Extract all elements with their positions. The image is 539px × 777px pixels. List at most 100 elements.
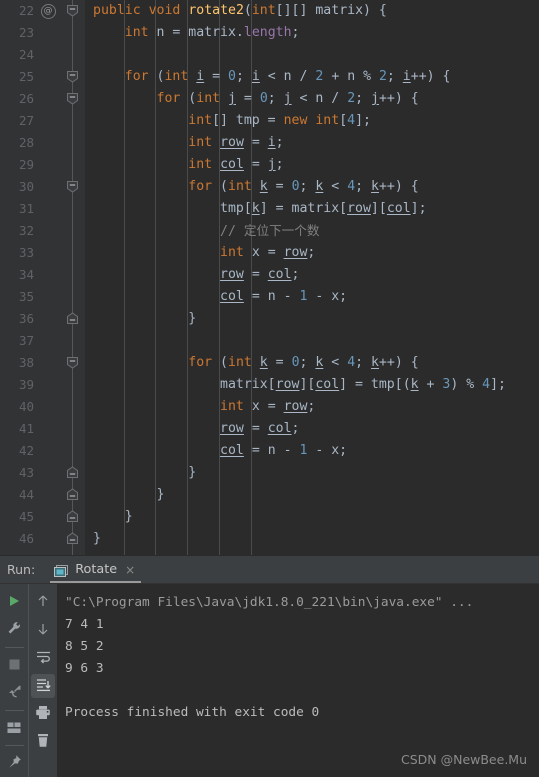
code-line[interactable]: for (int k = 0; k < 4; k++) { [85,176,539,198]
fold-expanded-icon[interactable] [66,70,79,83]
gutter-row[interactable]: 46 [0,528,85,550]
gutter-row[interactable]: 28 [0,132,85,154]
code-token: + [418,377,443,392]
code-content-area[interactable]: public void rotate2(int[][] matrix) { in… [85,0,539,555]
code-line[interactable]: row = col; [85,418,539,440]
scroll-to-end-button[interactable] [31,674,55,698]
override-annotation-marker[interactable]: @ [40,0,56,22]
rerun-button[interactable] [2,590,26,614]
gutter-row[interactable]: 38 [0,352,85,374]
rerun-failed-tests-button[interactable] [2,681,26,705]
line-number: 34 [18,267,34,282]
run-tab-rotate[interactable]: Rotate × [50,556,142,583]
gutter-row[interactable]: 45 [0,506,85,528]
code-line[interactable]: int row = i; [85,132,539,154]
gutter-row[interactable]: 44 [0,484,85,506]
gutter-row[interactable]: 36 [0,308,85,330]
code-line[interactable]: int n = matrix.length; [85,22,539,44]
code-line[interactable]: tmp[k] = matrix[row][col]; [85,198,539,220]
gutter-row[interactable]: 30 [0,176,85,198]
gutter-row[interactable]: 32 [0,220,85,242]
gutter-row[interactable]: 43 [0,462,85,484]
code-token: < n / [259,69,316,84]
code-line[interactable]: public void rotate2(int[][] matrix) { [85,0,539,22]
code-token: j [267,157,276,172]
gutter-row[interactable]: 33 [0,242,85,264]
fold-end-icon[interactable] [66,532,79,545]
gutter-row[interactable]: 29 [0,154,85,176]
gutter-row[interactable]: 39 [0,374,85,396]
code-token: x = [243,399,284,414]
clear-all-button[interactable] [31,730,55,754]
code-line[interactable]: col = n - 1 - x; [85,286,539,308]
fold-expanded-icon[interactable] [66,4,79,17]
gutter-row[interactable]: 22 @ [0,0,85,22]
gutter-row[interactable]: 35 [0,286,85,308]
fold-end-icon[interactable] [66,488,79,501]
gutter-row[interactable]: 24 [0,44,85,66]
fold-expanded-icon[interactable] [66,356,79,369]
console-command-line: "C:\Program Files\Java\jdk1.8.0_221\bin\… [65,595,474,610]
gutter-row[interactable]: 40 [0,396,85,418]
code-line[interactable]: row = col; [85,264,539,286]
fold-expanded-icon[interactable] [66,92,79,105]
code-token: length [243,25,292,40]
code-line[interactable]: int x = row; [85,396,539,418]
code-line[interactable]: col = n - 1 - x; [85,440,539,462]
code-token: col [315,377,340,392]
gutter-row[interactable]: 42 [0,440,85,462]
code-line[interactable]: for (int k = 0; k < 4; k++) { [85,352,539,374]
gutter-row[interactable]: 47 [0,550,85,555]
code-line[interactable] [85,44,539,66]
code-line[interactable]: } [85,506,539,528]
gutter-row[interactable]: 26 [0,88,85,110]
gutter-row[interactable]: 31 [0,198,85,220]
gutter-row[interactable]: 25 [0,66,85,88]
code-line[interactable]: for (int j = 0; j < n / 2; j++) { [85,88,539,110]
down-the-stack-trace-button[interactable] [31,618,55,642]
code-line[interactable]: } [85,528,539,550]
console-output-line: 7 4 1 [65,617,104,632]
stop-button[interactable] [2,653,26,677]
close-icon[interactable]: × [125,563,135,577]
print-button[interactable] [31,702,55,726]
code-line[interactable]: matrix[row][col] = tmp[(k + 3) % 4]; [85,374,539,396]
code-token: i [402,69,411,84]
code-line[interactable]: int x = row; [85,242,539,264]
edit-configuration-button[interactable] [2,618,26,642]
fold-end-icon[interactable] [66,312,79,325]
code-line[interactable]: int[] tmp = new int[4]; [85,110,539,132]
gutter-row[interactable]: 41 [0,418,85,440]
layout-settings-button[interactable] [2,716,26,740]
gutter-row[interactable]: 27 [0,110,85,132]
watermark-text: CSDN @NewBee.Mu [400,752,527,767]
code-token: col [267,267,292,282]
gutter-row[interactable]: 23 [0,22,85,44]
code-token: 0 [291,355,300,370]
console-output-line: 8 5 2 [65,639,104,654]
gutter-row[interactable]: 37 [0,330,85,352]
gutter-row[interactable]: 34 [0,264,85,286]
code-token: ; [291,25,300,40]
line-number: 41 [18,421,34,436]
code-line[interactable]: } [85,484,539,506]
soft-wrap-button[interactable] [31,646,55,670]
pin-tab-button[interactable] [2,751,26,775]
code-line[interactable]: int col = j; [85,154,539,176]
fold-expanded-icon[interactable] [66,180,79,193]
up-the-stack-trace-button[interactable] [31,590,55,614]
console-output[interactable]: "C:\Program Files\Java\jdk1.8.0_221\bin\… [57,584,539,777]
code-token: k [371,179,379,194]
fold-end-icon[interactable] [66,466,79,479]
code-line[interactable]: } [85,308,539,330]
code-line[interactable] [85,330,539,352]
editor-gutter[interactable]: 22 @23 24 25 26 27 28 29 30 31 32 33 34 35 36 37 38 39 40 4… [0,0,85,555]
code-line[interactable]: } [85,462,539,484]
code-line[interactable]: for (int i = 0; i < n / 2 + n % 2; i++) … [85,66,539,88]
fold-end-icon[interactable] [66,510,79,523]
code-editor[interactable]: 22 @23 24 25 26 27 28 29 30 31 32 33 34 35 36 37 38 39 40 4… [0,0,539,555]
code-line[interactable]: // 定位下一个数 [85,220,539,242]
code-line[interactable] [85,550,539,555]
code-token: 0 [291,179,300,194]
